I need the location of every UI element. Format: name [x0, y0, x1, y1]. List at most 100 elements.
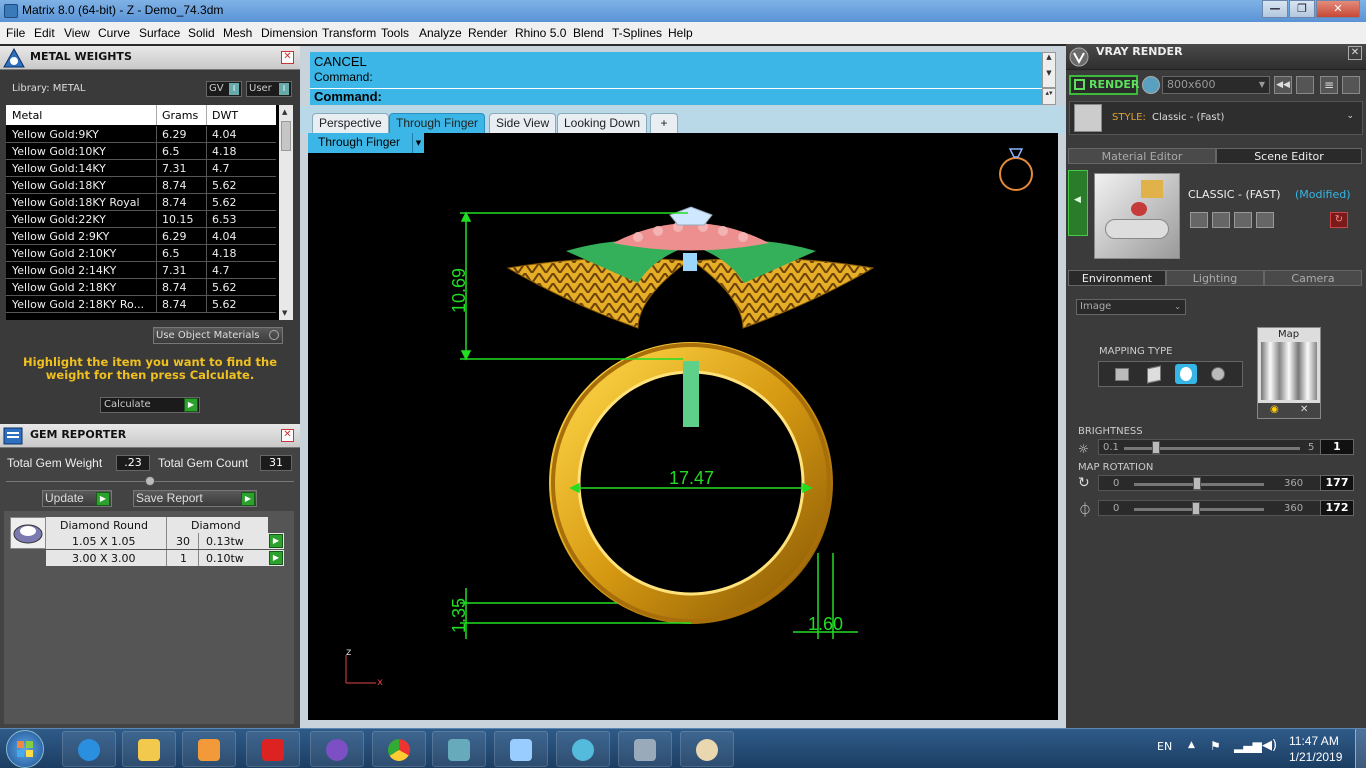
metal-row[interactable]: Yellow Gold:10KY 6.5 4.18	[6, 143, 276, 160]
chrome-icon[interactable]	[372, 731, 426, 767]
mapping-spherical-icon[interactable]	[1175, 364, 1197, 384]
menu-help[interactable]: Help	[668, 26, 693, 40]
command-input[interactable]: Command:	[310, 88, 1042, 105]
matrix-app-icon[interactable]	[494, 731, 548, 767]
gem-row[interactable]: 1.05 X 1.05 30 0.13tw ▶	[46, 533, 284, 549]
settings-grid-icon[interactable]	[1342, 76, 1360, 94]
menu-surface[interactable]: Surface	[139, 26, 180, 40]
export-scene-icon[interactable]	[1256, 212, 1274, 228]
tab-material-editor[interactable]: Material Editor	[1068, 148, 1216, 164]
render-region-icon[interactable]	[1296, 76, 1314, 94]
vray-close-icon[interactable]: ✕	[1348, 46, 1362, 60]
brightness-slider[interactable]	[1124, 447, 1300, 450]
language-indicator[interactable]: EN	[1157, 740, 1172, 753]
clock-time[interactable]: 11:47 AM	[1289, 734, 1339, 748]
list-icon[interactable]: ≡	[1320, 76, 1338, 94]
style-selector[interactable]: STYLE: Classic - (Fast) ⌄	[1069, 101, 1363, 135]
viber-icon[interactable]	[310, 731, 364, 767]
menu-tools[interactable]: Tools	[381, 26, 409, 40]
menu-edit[interactable]: Edit	[34, 26, 55, 40]
gv-toggle[interactable]: GV I	[206, 81, 242, 97]
brightness-slider-handle[interactable]	[1152, 441, 1160, 454]
network-icon[interactable]: ▂▄▆	[1234, 739, 1262, 753]
metal-row[interactable]: Yellow Gold:14KY 7.31 4.7	[6, 160, 276, 177]
menu-blend[interactable]: Blend	[573, 26, 604, 40]
mapping-planar-icon[interactable]	[1115, 368, 1129, 381]
metal-row[interactable]: Yellow Gold 2:9KY 6.29 4.04	[6, 228, 276, 245]
render-button[interactable]: RENDER	[1069, 75, 1139, 95]
metal-row[interactable]: Yellow Gold:18KY 8.74 5.62	[6, 177, 276, 194]
minimize-button[interactable]: —	[1262, 0, 1288, 18]
paint-icon[interactable]	[680, 731, 734, 767]
brightness-value[interactable]: 1	[1320, 439, 1354, 455]
mapping-dome-icon[interactable]	[1211, 367, 1225, 381]
import-scene-icon[interactable]	[1234, 212, 1252, 228]
map-color-icon[interactable]: ◉	[1270, 404, 1279, 415]
metal-weights-close-icon[interactable]: ✕	[281, 51, 294, 64]
map-preview[interactable]: Map ◉ ✕	[1257, 327, 1321, 419]
col-grams[interactable]: Grams	[162, 109, 198, 122]
globe-icon[interactable]	[1142, 76, 1160, 94]
metal-scrollbar[interactable]: ▲ ▼	[279, 105, 293, 320]
tab-camera[interactable]: Camera	[1264, 270, 1362, 286]
col-dwt[interactable]: DWT	[212, 109, 238, 122]
gem-row-play-icon[interactable]: ▶	[269, 534, 283, 548]
rewind-icon[interactable]: ◀◀	[1274, 76, 1292, 94]
menu-curve[interactable]: Curve	[98, 26, 130, 40]
gem-reporter-close-icon[interactable]: ✕	[281, 429, 294, 442]
gem-splitter-handle[interactable]	[145, 476, 155, 486]
viewport[interactable]: Through Finger ▼ 10.69 17.47 1.35 1.60 z…	[308, 133, 1058, 720]
save-report-button[interactable]: Save Report ▶	[133, 490, 257, 507]
mapping-box-icon[interactable]	[1147, 365, 1161, 384]
tab-lighting[interactable]: Lighting	[1166, 270, 1264, 286]
file-explorer-icon[interactable]	[122, 731, 176, 767]
rotation-1-slider-handle[interactable]	[1193, 477, 1201, 490]
maximize-button[interactable]: ❐	[1289, 0, 1315, 18]
col-metal[interactable]: Metal	[12, 109, 42, 122]
reset-scene-icon[interactable]: ↻	[1330, 212, 1348, 228]
resolution-select[interactable]: 800x600 ▼	[1162, 76, 1270, 94]
tab-perspective[interactable]: Perspective	[312, 113, 389, 133]
env-type-select[interactable]: Image ⌄	[1076, 299, 1186, 315]
photo-viewer-icon[interactable]	[432, 731, 486, 767]
menu-render[interactable]: Render	[468, 26, 507, 40]
metal-row[interactable]: Yellow Gold:9KY 6.29 4.04	[6, 126, 276, 143]
rotation-2-slider-handle[interactable]	[1192, 502, 1200, 515]
map-clear-icon[interactable]: ✕	[1300, 404, 1308, 415]
tab-through-finger[interactable]: Through Finger	[389, 113, 486, 133]
menu-view[interactable]: View	[64, 26, 90, 40]
metal-row[interactable]: Yellow Gold 2:18KY 8.74 5.62	[6, 279, 276, 296]
garena-icon[interactable]	[246, 731, 300, 767]
volume-icon[interactable]: ◀)	[1262, 738, 1277, 753]
menu-file[interactable]: File	[6, 26, 25, 40]
start-button[interactable]	[6, 730, 44, 768]
menu-mesh[interactable]: Mesh	[223, 26, 252, 40]
calculate-button[interactable]: Calculate ▶	[100, 397, 200, 413]
command-scrollbar[interactable]: ▲ ▼	[1042, 52, 1056, 88]
close-button[interactable]: ✕	[1316, 0, 1360, 18]
menu-rhino[interactable]: Rhino 5.0	[515, 26, 566, 40]
metal-row[interactable]: Yellow Gold 2:10KY 6.5 4.18	[6, 245, 276, 262]
menu-solid[interactable]: Solid	[188, 26, 215, 40]
action-center-icon[interactable]: ⚑	[1210, 739, 1221, 753]
internet-explorer-icon[interactable]	[62, 731, 116, 767]
tab-scene-editor[interactable]: Scene Editor	[1216, 148, 1362, 164]
media-player-icon[interactable]	[182, 731, 236, 767]
tab-looking-down[interactable]: Looking Down	[557, 113, 648, 133]
show-desktop-button[interactable]	[1355, 729, 1366, 768]
gem-row-play-icon[interactable]: ▶	[269, 551, 283, 565]
save-as-scene-icon[interactable]	[1212, 212, 1230, 228]
menu-dimension[interactable]: Dimension	[261, 26, 318, 40]
metal-row[interactable]: Yellow Gold 2:14KY 7.31 4.7	[6, 262, 276, 279]
metal-row[interactable]: Yellow Gold:18KY Royal 8.74 5.62	[6, 194, 276, 211]
update-button[interactable]: Update ▶	[42, 490, 112, 507]
tab-side-view[interactable]: Side View	[489, 113, 557, 133]
save-scene-icon[interactable]	[1190, 212, 1208, 228]
add-tab-button[interactable]: +	[650, 113, 678, 133]
clock-date[interactable]: 1/21/2019	[1289, 750, 1342, 764]
user-toggle[interactable]: User I	[246, 81, 292, 97]
rotation-2-value[interactable]: 172	[1320, 500, 1354, 516]
collapse-toggle-icon[interactable]: ◀	[1068, 170, 1088, 236]
control-panel-icon[interactable]	[618, 731, 672, 767]
use-object-materials-button[interactable]: Use Object Materials	[153, 327, 283, 344]
